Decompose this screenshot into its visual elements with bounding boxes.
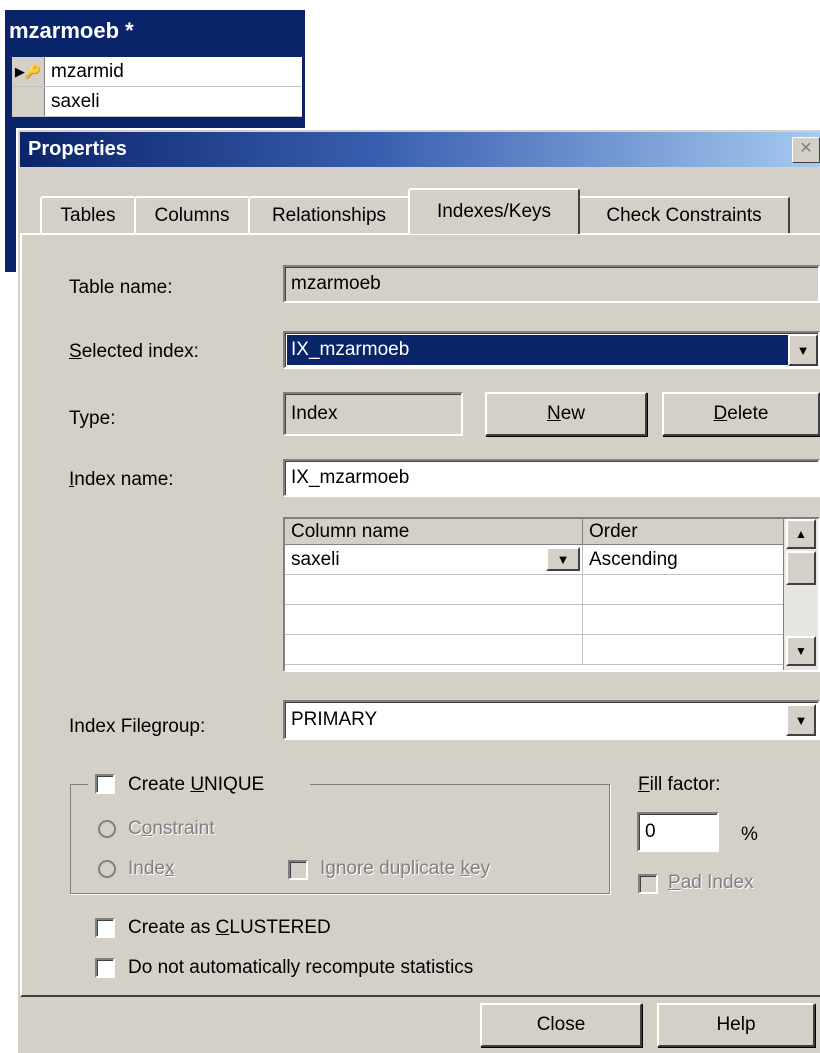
table-name-label: Table name: [69, 277, 173, 298]
type-value: Index [291, 403, 338, 424]
constraint-radio[interactable] [98, 820, 116, 838]
clustered-label: Create as CLUSTERED [128, 917, 331, 938]
ignore-duplicate-label: Ignore duplicate key [320, 858, 491, 879]
chevron-down-icon[interactable]: ▼ [786, 636, 816, 666]
table-row[interactable] [285, 635, 583, 665]
chevron-down-icon[interactable]: ▼ [546, 547, 580, 571]
grid-scrollbar[interactable]: ▲ ▼ [783, 519, 818, 670]
create-unique-checkbox[interactable] [95, 774, 115, 794]
close-button[interactable]: Close [480, 1003, 642, 1047]
scroll-thumb[interactable] [786, 551, 816, 585]
index-name-label: Index name: [69, 469, 174, 490]
close-icon[interactable]: ✕ [792, 137, 820, 163]
index-name-value: IX_mzarmoeb [291, 467, 410, 488]
recompute-statistics-label: Do not automatically recompute statistic… [128, 957, 474, 978]
order-header[interactable]: Order [583, 519, 784, 545]
create-unique-label: Create UNIQUE [128, 774, 265, 795]
index-columns-grid: Column name Order saxeli ▼ Ascending ▲ ▼ [283, 517, 820, 672]
table-name-value: mzarmoeb [291, 273, 381, 294]
new-button[interactable]: New [485, 392, 647, 436]
delete-button[interactable]: Delete [662, 392, 820, 436]
index-radio-label: Index [128, 858, 175, 879]
tab-check-constraints[interactable]: Check Constraints [578, 196, 790, 234]
index-name-input[interactable]: IX_mzarmoeb [283, 459, 820, 497]
dialog-title: Properties [28, 138, 127, 160]
selected-index-value: IX_mzarmoeb [287, 335, 788, 365]
primary-key-icon: ▶🔑 [12, 57, 45, 86]
filegroup-select[interactable]: PRIMARY ▼ [283, 700, 820, 740]
table-columns-grid: ▶🔑 mzarmid saxeli [12, 57, 302, 117]
index-radio[interactable] [98, 860, 116, 878]
help-button[interactable]: Help [657, 1003, 815, 1047]
fill-factor-input[interactable]: 0 [637, 812, 719, 852]
pad-index-label: Pad Index [668, 872, 754, 893]
fill-factor-value: 0 [645, 821, 656, 842]
constraint-label: Constraint [128, 818, 215, 839]
recompute-statistics-checkbox[interactable] [95, 958, 115, 978]
type-field: Index [283, 392, 463, 436]
table-window-title: mzarmoeb * [9, 18, 134, 43]
column-name-cell: saxeli [291, 548, 340, 570]
order-cell[interactable] [583, 635, 784, 665]
row-selector [12, 87, 45, 116]
type-label: Type: [69, 408, 116, 429]
selected-index-select[interactable]: IX_mzarmoeb ▼ [283, 331, 820, 369]
chevron-down-icon[interactable]: ▼ [788, 334, 818, 366]
fill-factor-label: Fill factor: [638, 774, 721, 795]
selected-index-label: Selected index: [69, 341, 199, 362]
table-row[interactable]: ▶🔑 mzarmid [12, 57, 302, 87]
table-row[interactable] [285, 575, 583, 605]
column-name-header[interactable]: Column name [285, 519, 583, 545]
column-name: saxeli [51, 90, 100, 112]
pad-index-checkbox[interactable] [638, 874, 658, 894]
ignore-duplicate-checkbox[interactable] [288, 860, 308, 880]
tab-tables[interactable]: Tables [40, 196, 136, 234]
chevron-up-icon[interactable]: ▲ [786, 519, 816, 549]
order-cell[interactable]: Ascending [583, 545, 784, 575]
chevron-down-icon[interactable]: ▼ [786, 704, 816, 736]
table-row[interactable]: saxeli [12, 87, 302, 117]
percent-label: % [741, 824, 758, 845]
order-cell[interactable] [583, 575, 784, 605]
column-name: mzarmid [51, 60, 124, 82]
filegroup-label: Index Filegroup: [69, 716, 206, 737]
tab-indexes-keys[interactable]: Indexes/Keys [408, 188, 580, 234]
table-row[interactable] [285, 605, 583, 635]
filegroup-value: PRIMARY [291, 709, 378, 730]
table-name-field: mzarmoeb [283, 265, 820, 303]
tab-relationships[interactable]: Relationships [248, 196, 410, 234]
dialog-titlebar: Properties ✕ [20, 132, 820, 167]
order-cell[interactable] [583, 605, 784, 635]
clustered-checkbox[interactable] [95, 918, 115, 938]
table-row[interactable]: saxeli ▼ [285, 545, 583, 575]
tab-columns[interactable]: Columns [134, 196, 250, 234]
